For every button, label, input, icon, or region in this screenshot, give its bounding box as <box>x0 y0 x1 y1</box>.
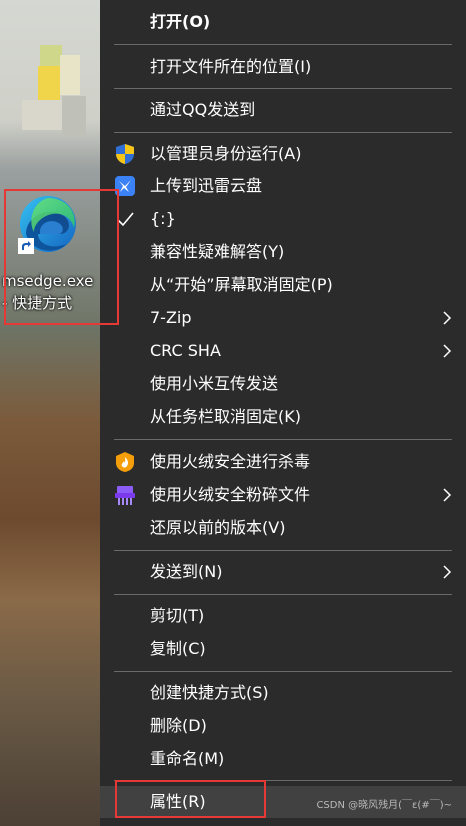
menu-item-label: 删除(D) <box>150 716 207 735</box>
annotation-frame-shortcut <box>4 189 119 325</box>
menu-item-label: 打开(O) <box>150 12 211 31</box>
menu-item-send-to[interactable]: 发送到(N) <box>100 556 466 588</box>
menu-item-create-shortcut[interactable]: 创建快捷方式(S) <box>100 677 466 709</box>
desktop-background: msedge.exe - 快捷方式 <box>0 0 100 826</box>
menu-item-label: 使用火绒安全进行杀毒 <box>150 452 311 471</box>
menu-item-label: {:} <box>150 209 176 228</box>
blurred-desktop-icon <box>40 45 62 67</box>
annotation-frame-properties <box>115 780 266 818</box>
blurred-desktop-icon <box>62 96 86 136</box>
blurred-desktop-icon <box>60 55 80 95</box>
menu-item-label: 从任务栏取消固定(K) <box>150 407 301 426</box>
menu-separator <box>114 44 452 45</box>
menu-item-crc-sha[interactable]: CRC SHA <box>100 335 466 367</box>
menu-item-compat-troubleshoot[interactable]: 兼容性疑难解答(Y) <box>100 236 466 268</box>
chevron-right-icon <box>443 311 452 325</box>
menu-item-label: 使用小米互传发送 <box>150 374 279 393</box>
menu-item-send-via-qq[interactable]: 通过QQ发送到 <box>100 94 466 126</box>
menu-item-label: 剪切(T) <box>150 606 205 625</box>
chevron-right-icon <box>443 344 452 358</box>
menu-item-label: 从“开始”屏幕取消固定(P) <box>150 275 333 294</box>
menu-item-upload-thunder[interactable]: 上传到迅雷云盘 <box>100 170 466 202</box>
menu-separator <box>114 671 452 672</box>
menu-item-label: 重命名(M) <box>150 749 225 768</box>
menu-item-huorong-scan[interactable]: 使用火绒安全进行杀毒 <box>100 446 466 478</box>
menu-item-7zip[interactable]: 7-Zip <box>100 302 466 334</box>
menu-item-label: 打开文件所在的位置(I) <box>150 57 312 76</box>
menu-item-label: 创建快捷方式(S) <box>150 683 269 702</box>
menu-item-label: 发送到(N) <box>150 562 223 581</box>
huorong-icon <box>116 452 134 472</box>
menu-item-restore-previous[interactable]: 还原以前的版本(V) <box>100 512 466 544</box>
menu-item-label: 兼容性疑难解答(Y) <box>150 242 285 261</box>
menu-item-label: 上传到迅雷云盘 <box>150 176 263 195</box>
menu-item-rename[interactable]: 重命名(M) <box>100 743 466 775</box>
menu-item-cut[interactable]: 剪切(T) <box>100 600 466 632</box>
chevron-right-icon <box>443 488 452 502</box>
menu-item-label: 以管理员身份运行(A) <box>150 144 302 163</box>
shield-icon <box>116 144 134 164</box>
watermark: CSDN @晓风残月(￣ε(#￣)~ <box>316 800 452 811</box>
menu-separator <box>114 88 452 89</box>
menu-item-run-as-admin[interactable]: 以管理员身份运行(A) <box>100 138 466 170</box>
context-menu: 打开(O) 打开文件所在的位置(I) 通过QQ发送到 以管理员身份运行(A) 上… <box>100 0 466 826</box>
menu-separator <box>114 550 452 551</box>
menu-item-braces[interactable]: {:} <box>100 203 466 235</box>
menu-item-label: 7-Zip <box>150 308 192 327</box>
menu-item-unpin-start[interactable]: 从“开始”屏幕取消固定(P) <box>100 269 466 301</box>
menu-item-label: 还原以前的版本(V) <box>150 518 286 537</box>
blurred-desktop-icon <box>22 100 62 130</box>
menu-separator <box>114 594 452 595</box>
menu-separator <box>114 132 452 133</box>
menu-item-huorong-shred[interactable]: 使用火绒安全粉碎文件 <box>100 479 466 511</box>
menu-item-open[interactable]: 打开(O) <box>100 6 466 38</box>
menu-item-copy[interactable]: 复制(C) <box>100 633 466 665</box>
menu-item-open-file-location[interactable]: 打开文件所在的位置(I) <box>100 51 466 83</box>
shredder-icon <box>115 486 135 505</box>
menu-item-label: 通过QQ发送到 <box>150 100 256 119</box>
menu-separator <box>114 439 452 440</box>
menu-item-unpin-taskbar[interactable]: 从任务栏取消固定(K) <box>100 401 466 433</box>
blurred-desktop-icon <box>38 66 60 100</box>
menu-item-label: 复制(C) <box>150 639 206 658</box>
menu-item-label: 使用火绒安全粉碎文件 <box>150 485 311 504</box>
chevron-right-icon <box>443 565 452 579</box>
menu-item-delete[interactable]: 删除(D) <box>100 710 466 742</box>
menu-item-label: CRC SHA <box>150 341 221 360</box>
menu-item-xiaomi-share[interactable]: 使用小米互传发送 <box>100 368 466 400</box>
